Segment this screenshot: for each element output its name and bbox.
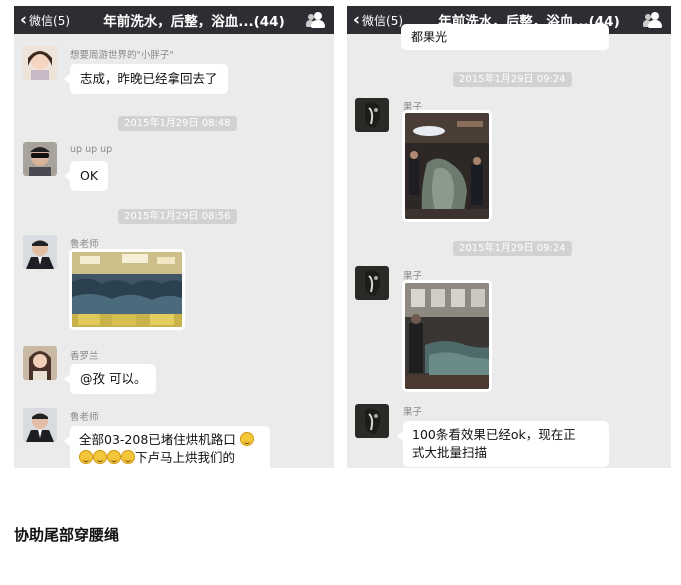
people-icon[interactable] bbox=[643, 10, 665, 30]
sender-name: 果子 bbox=[403, 407, 423, 418]
message-text: 式大批量扫描 bbox=[412, 445, 488, 460]
message-text: 下卢马上烘我们的 bbox=[135, 450, 236, 465]
back-button[interactable]: ‹ 微信(5) bbox=[20, 9, 86, 30]
avatar[interactable] bbox=[355, 266, 389, 300]
message-text: 100条看效果已经ok，现在正 bbox=[412, 427, 576, 442]
message-bubble[interactable]: OK bbox=[63, 161, 109, 191]
chat-image[interactable] bbox=[69, 249, 185, 330]
smile-emoji-icon bbox=[79, 450, 93, 464]
smile-emoji-icon bbox=[239, 432, 254, 446]
people-icon[interactable] bbox=[306, 10, 328, 30]
avatar[interactable] bbox=[23, 408, 57, 442]
chat-screen-right: ‹ 微信(5) 年前洗水，后整，浴血...(44) 都果光 2015年1月29日… bbox=[347, 6, 671, 468]
timestamp: 2015年1月29日 08:48 bbox=[118, 116, 237, 131]
chat-image[interactable] bbox=[402, 110, 492, 222]
message-bubble[interactable]: 全部03-208已堵住烘机路口 下卢马上烘我们的 bbox=[64, 426, 270, 468]
chat-header: ‹ 微信(5) 年前洗水，后整，浴血...(44) bbox=[14, 6, 334, 34]
sender-name: 鲁老师 bbox=[70, 239, 99, 250]
timestamp: 2015年1月29日 09:24 bbox=[453, 72, 572, 87]
avatar[interactable] bbox=[23, 142, 57, 176]
sender-name: 想要周游世界的"小胖子" bbox=[70, 50, 174, 61]
message-bubble[interactable]: 志成，昨晚已经拿回去了 bbox=[64, 64, 228, 94]
message-text: 都果光 bbox=[411, 30, 448, 44]
message-bubble[interactable]: 100条看效果已经ok，现在正 式大批量扫描 bbox=[397, 421, 609, 467]
timestamp: 2015年1月29日 09:24 bbox=[453, 241, 572, 256]
back-label: 微信(5) bbox=[362, 13, 404, 28]
smile-emoji-icon bbox=[121, 450, 135, 464]
smile-emoji-icon bbox=[93, 450, 107, 464]
avatar[interactable] bbox=[23, 235, 57, 269]
sender-name: 鲁老师 bbox=[70, 412, 99, 423]
smile-emoji-icon bbox=[107, 450, 121, 464]
avatar[interactable] bbox=[355, 98, 389, 132]
sender-name: 香罗兰 bbox=[70, 351, 99, 362]
message-text: 全部03-208已堵住烘机路口 bbox=[79, 432, 236, 447]
chat-title: 年前洗水，后整，浴血...(44) bbox=[103, 14, 285, 30]
caption-heading: 协助尾部穿腰绳 bbox=[14, 526, 120, 544]
message-bubble[interactable]: @孜 可以。 bbox=[63, 364, 157, 394]
chevron-left-icon: ‹ bbox=[353, 9, 361, 30]
timestamp: 2015年1月29日 08:56 bbox=[118, 209, 237, 224]
avatar[interactable] bbox=[23, 46, 57, 80]
sender-name: up up up bbox=[70, 144, 113, 155]
chat-screen-left: ‹ 微信(5) 年前洗水，后整，浴血...(44) 想要周游世界的"小胖子" 志… bbox=[14, 6, 334, 468]
message-bubble[interactable]: 都果光 bbox=[401, 24, 609, 50]
avatar[interactable] bbox=[355, 404, 389, 438]
back-label: 微信(5) bbox=[29, 13, 71, 28]
chat-image[interactable] bbox=[402, 280, 492, 392]
avatar[interactable] bbox=[23, 346, 57, 380]
chevron-left-icon: ‹ bbox=[20, 9, 28, 30]
